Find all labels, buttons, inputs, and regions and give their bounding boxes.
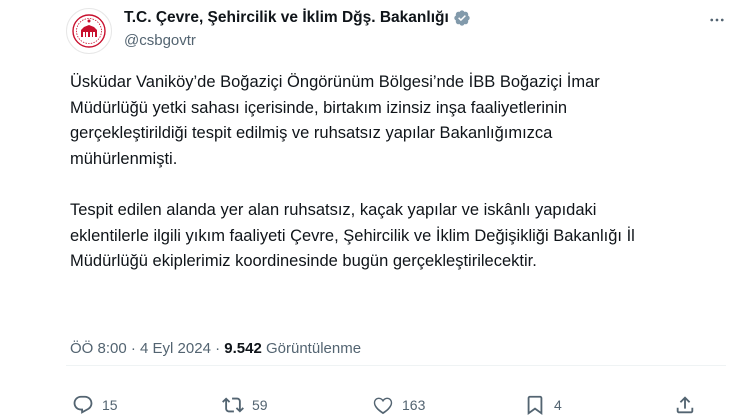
tweet-actions: 15 59 163 4 (72, 394, 702, 416)
bookmark-button[interactable]: 4 (524, 394, 562, 416)
reply-icon (73, 395, 93, 414)
more-options-icon[interactable] (706, 10, 728, 30)
tweet-paragraph-2: Tespit edilen alanda yer alan ruhsatsız,… (70, 201, 635, 270)
repost-icon (222, 397, 244, 413)
verified-badge-icon (453, 9, 471, 27)
tweet-text: Üsküdar Vaniköy’de Boğaziçi Öngörünüm Bö… (70, 70, 650, 275)
bookmark-icon (527, 395, 543, 416)
avatar[interactable] (66, 8, 112, 54)
account-name[interactable]: T.C. Çevre, Şehircilik ve İklim Dğş. Bak… (124, 9, 449, 27)
views-count: 9.542 (224, 340, 262, 357)
heart-icon (373, 397, 393, 415)
divider (66, 365, 726, 366)
views-label: Görüntülenme (261, 340, 362, 357)
account-name-row[interactable]: T.C. Çevre, Şehircilik ve İklim Dğş. Bak… (124, 9, 471, 27)
share-icon (676, 396, 694, 414)
share-button[interactable] (674, 394, 704, 416)
like-button[interactable]: 163 (372, 394, 425, 416)
tweet-meta: ÖÖ 8:00 · 4 Eyl 2024 · 9.542 Görüntülenm… (70, 340, 361, 357)
reply-count: 15 (102, 397, 118, 413)
meta-separator: · (126, 340, 141, 357)
meta-separator-2: · (210, 340, 225, 357)
tweet-paragraph-1: Üsküdar Vaniköy’de Boğaziçi Öngörünüm Bö… (70, 73, 600, 168)
like-count: 163 (402, 397, 426, 413)
tweet-time[interactable]: ÖÖ 8:00 (70, 340, 127, 357)
account-handle[interactable]: @csbgovtr (124, 32, 196, 49)
bookmark-count: 4 (554, 397, 562, 413)
reply-button[interactable]: 15 (72, 394, 118, 416)
repost-button[interactable]: 59 (222, 394, 268, 416)
repost-count: 59 (252, 397, 268, 413)
tweet-date[interactable]: 4 Eyl 2024 (140, 340, 211, 357)
ministry-seal-icon (72, 14, 106, 48)
